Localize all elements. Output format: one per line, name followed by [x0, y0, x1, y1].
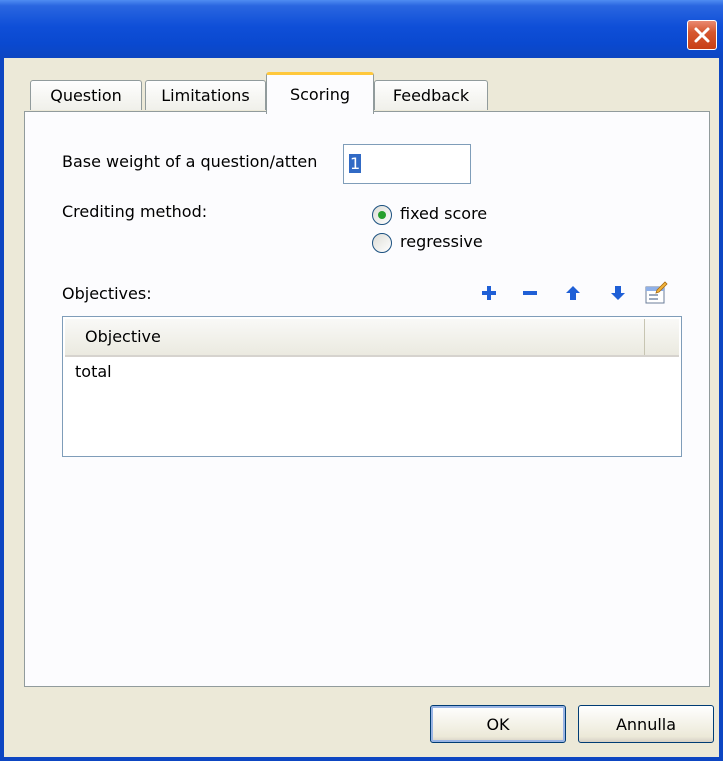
move-up-button[interactable] — [562, 282, 584, 304]
cancel-button[interactable]: Annulla — [578, 705, 714, 743]
objectives-list[interactable]: Objective total — [62, 316, 682, 457]
radio-fixed-score[interactable] — [372, 205, 392, 225]
window-frame-right — [719, 58, 723, 761]
radio-fixed-score-label[interactable]: fixed score — [400, 204, 487, 223]
move-down-button[interactable] — [607, 282, 629, 304]
base-weight-input[interactable]: 1 — [343, 144, 471, 184]
title-bar[interactable] — [0, 0, 723, 58]
tab-label: Question — [50, 86, 122, 105]
tab-label: Limitations — [161, 86, 250, 105]
column-header-objective[interactable]: Objective — [65, 319, 645, 355]
objectives-list-header: Objective — [65, 319, 679, 357]
window-frame-bottom — [0, 757, 723, 761]
move-up-icon — [566, 286, 580, 300]
radio-regressive-label[interactable]: regressive — [400, 232, 483, 251]
base-weight-value: 1 — [349, 154, 362, 173]
crediting-method-label: Crediting method: — [62, 202, 208, 221]
radio-regressive[interactable] — [372, 233, 392, 253]
close-button[interactable] — [687, 20, 717, 50]
tab-limitations[interactable]: Limitations — [145, 80, 266, 110]
radio-selected-dot — [378, 211, 386, 219]
add-objective-button[interactable] — [478, 282, 500, 304]
close-icon — [694, 27, 710, 43]
remove-icon — [523, 291, 537, 295]
tab-question[interactable]: Question — [30, 80, 142, 110]
move-down-icon — [611, 286, 625, 300]
properties-icon — [645, 281, 668, 304]
tab-feedback[interactable]: Feedback — [374, 80, 488, 110]
list-item[interactable]: total — [75, 361, 112, 383]
window-frame-left — [0, 58, 4, 761]
tab-scoring[interactable]: Scoring — [266, 72, 374, 114]
objectives-label: Objectives: — [62, 284, 152, 303]
tab-label: Feedback — [392, 86, 470, 105]
properties-button[interactable] — [643, 280, 669, 306]
tab-label: Scoring — [289, 85, 351, 104]
base-weight-label: Base weight of a question/atten — [62, 152, 318, 171]
add-icon — [482, 286, 496, 300]
ok-button[interactable]: OK — [430, 705, 566, 743]
remove-objective-button[interactable] — [519, 282, 541, 304]
